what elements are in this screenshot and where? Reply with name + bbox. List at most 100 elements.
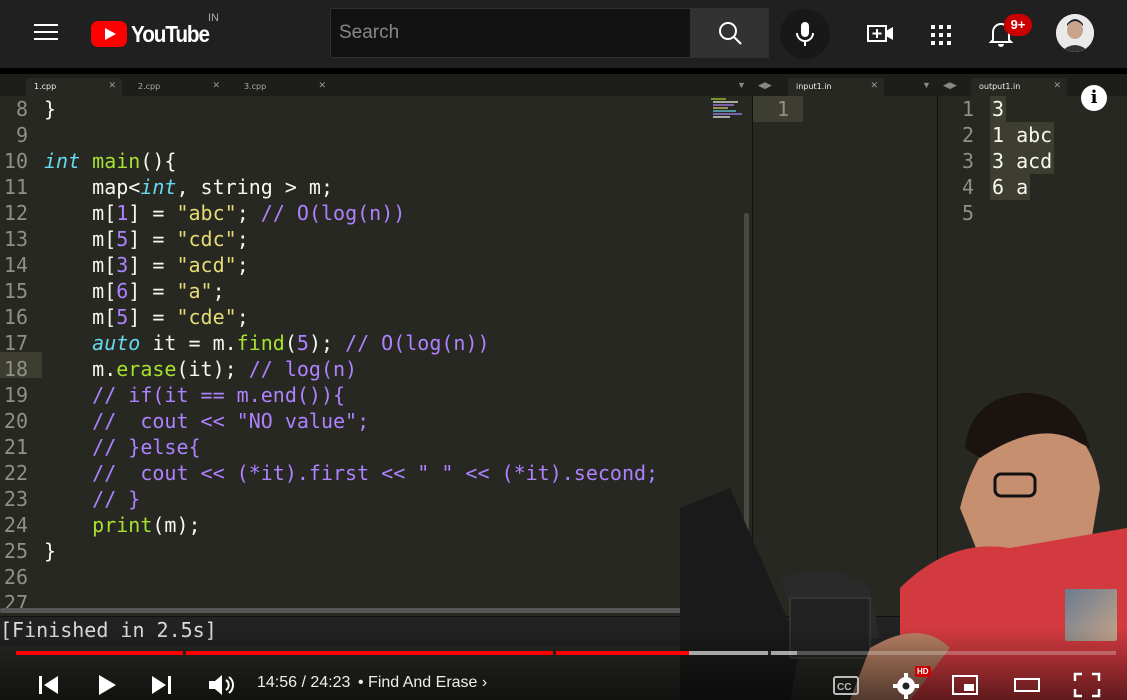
code-token: main: [92, 149, 141, 173]
code-token: "cde": [176, 305, 237, 329]
close-icon[interactable]: ✕: [212, 81, 220, 91]
line-number: 14: [3, 253, 28, 277]
previous-button[interactable]: [36, 669, 64, 700]
code-line[interactable]: 20 // cout << "NO value";: [0, 408, 369, 434]
microphone-icon: [796, 22, 814, 46]
next-button[interactable]: [148, 669, 176, 700]
code-line[interactable]: 24 print(m);: [0, 512, 201, 538]
code-token: (m);: [152, 513, 201, 537]
code-token: ] =: [128, 305, 177, 329]
dropdown-arrow-icon[interactable]: ▼: [737, 80, 746, 90]
pane-arrows-icon[interactable]: ◀▶: [758, 80, 772, 91]
code-editor[interactable]: 8} 9 10 int main(){11 map<int, string > m; 1…: [0, 96, 710, 641]
tab-1-cpp[interactable]: 1.cpp ✕: [26, 78, 122, 96]
code-line[interactable]: 26: [0, 564, 28, 590]
line-number: 13: [3, 227, 28, 251]
chapter-title[interactable]: • Find And Erase ›: [358, 674, 487, 692]
code-line[interactable]: 16 m[5] = "cde";: [0, 304, 249, 330]
search-box: [330, 8, 691, 58]
output-text: 6 a: [990, 174, 1031, 200]
video-player[interactable]: 1.cpp ✕ 2.cpp ✕ 3.cpp ✕ ▼ ◀▶ input1.in ✕ ▼ ◀…: [0, 68, 1127, 700]
theater-mode-button[interactable]: [1012, 669, 1042, 700]
tab-output1[interactable]: output1.in ✕: [971, 78, 1067, 96]
output-line: 3 3 acd: [938, 148, 1055, 174]
close-icon[interactable]: ✕: [108, 81, 116, 91]
region-label: IN: [208, 12, 219, 24]
code-token: ;: [236, 253, 249, 277]
code-line[interactable]: 15 m[6] = "a";: [0, 278, 225, 304]
code-line[interactable]: 21 // }else{: [0, 434, 201, 460]
miniplayer-button[interactable]: [950, 669, 980, 700]
captions-button[interactable]: CC: [831, 669, 861, 700]
skip-previous-icon: [39, 676, 58, 694]
logo-text: YouTube: [131, 20, 210, 47]
code-token: ] =: [128, 253, 177, 277]
code-token: m[: [44, 201, 117, 225]
svg-text:CC: CC: [837, 682, 851, 693]
code-line[interactable]: 12 m[1] = "abc"; // O(log(n)): [0, 200, 405, 226]
code-line[interactable]: 14 m[3] = "acd";: [0, 252, 249, 278]
code-token: m[: [44, 279, 117, 303]
code-token: ;: [236, 305, 249, 329]
code-token: // }else{: [44, 435, 201, 459]
pane-arrows-icon[interactable]: ◀▶: [943, 80, 957, 91]
code-text: m[3] = "acd";: [44, 252, 249, 278]
line-number: 25: [3, 539, 28, 563]
code-line[interactable]: 9: [0, 122, 28, 148]
code-token: 3: [116, 253, 129, 277]
code-line[interactable]: 8}: [0, 96, 56, 122]
editor-tab-bar: 1.cpp ✕ 2.cpp ✕ 3.cpp ✕ ▼: [0, 74, 752, 96]
menu-button[interactable]: [24, 19, 66, 49]
output-line-number: 3: [961, 149, 974, 173]
voice-search-button[interactable]: [780, 9, 830, 59]
code-line[interactable]: 19 // if(it == m.end()){: [0, 382, 345, 408]
close-icon[interactable]: ✕: [870, 81, 878, 91]
code-token: int: [140, 175, 177, 199]
volume-button[interactable]: [205, 669, 237, 700]
code-token: print: [92, 513, 153, 537]
code-token: // cout << "NO value";: [44, 409, 370, 433]
code-line[interactable]: 25}: [0, 538, 56, 564]
input-tab-bar: ◀▶ input1.in ✕ ▼: [752, 74, 937, 96]
avatar[interactable]: [1056, 14, 1094, 52]
line-number: 16: [3, 305, 28, 329]
line-number: 20: [3, 409, 28, 433]
code-token: // O(log(n)): [345, 331, 490, 355]
youtube-logo[interactable]: YouTube: [91, 16, 218, 52]
notification-count-badge: 9+: [1004, 14, 1032, 36]
code-line[interactable]: 18 m.erase(it); // log(n): [0, 356, 357, 382]
tab-2-cpp[interactable]: 2.cpp ✕: [130, 78, 226, 96]
close-icon[interactable]: ✕: [318, 81, 326, 91]
code-text: // }: [44, 486, 140, 512]
chapter-marker: [768, 651, 771, 655]
code-line[interactable]: 11 map<int, string > m;: [0, 174, 333, 200]
info-icon[interactable]: i: [1081, 85, 1107, 111]
code-line[interactable]: 22 // cout << (*it).first << " " << (*it…: [0, 460, 658, 486]
horizontal-scrollbar[interactable]: [0, 608, 700, 613]
tab-3-cpp[interactable]: 3.cpp ✕: [236, 78, 332, 96]
search-button[interactable]: [690, 8, 769, 58]
progress-bar[interactable]: [16, 651, 1116, 655]
dropdown-arrow-icon[interactable]: ▼: [922, 80, 931, 90]
code-text: // cout << "NO value";: [44, 408, 369, 434]
play-button[interactable]: [94, 669, 122, 700]
code-text: }: [44, 96, 56, 122]
fullscreen-button[interactable]: [1072, 669, 1102, 700]
apps-button[interactable]: [925, 18, 957, 50]
code-token: }: [44, 97, 57, 121]
search-input[interactable]: [331, 9, 690, 57]
code-token: (it);: [176, 357, 249, 381]
code-line[interactable]: 10 int main(){: [0, 148, 177, 174]
play-logo-icon: [91, 21, 127, 47]
tab-input1[interactable]: input1.in ✕: [788, 78, 884, 96]
code-line[interactable]: 23 // }: [0, 486, 140, 512]
close-icon[interactable]: ✕: [1053, 81, 1061, 91]
code-line[interactable]: 13 m[5] = "cdc";: [0, 226, 249, 252]
create-button[interactable]: [864, 18, 898, 50]
code-token: m[: [44, 305, 117, 329]
code-line[interactable]: 17 auto it = m.find(5); // O(log(n)): [0, 330, 490, 356]
chapter-marker: [183, 651, 186, 655]
line-number: 10: [3, 149, 28, 173]
code-token: "cdc": [176, 227, 237, 251]
